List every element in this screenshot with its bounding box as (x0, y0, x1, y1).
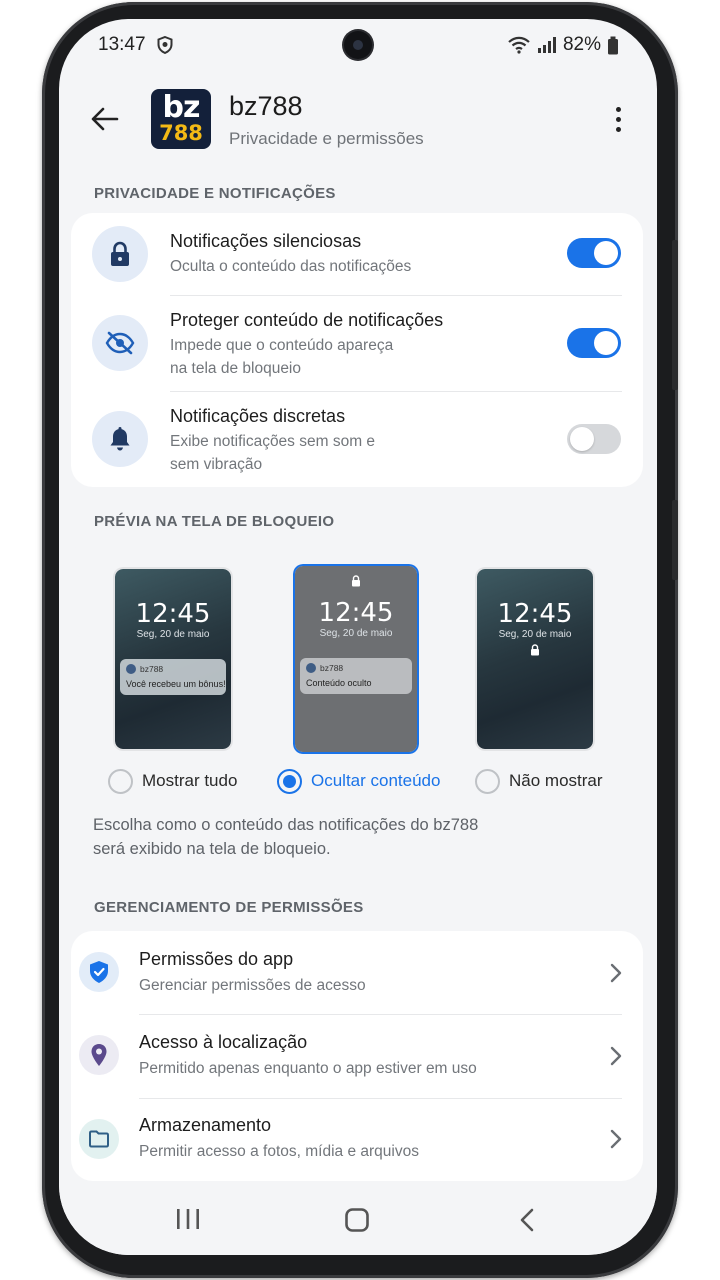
row-storage[interactable]: Armazenamento Permitir acesso a fotos, m… (71, 1099, 643, 1181)
front-camera (344, 31, 372, 59)
radio-dont-show[interactable] (475, 769, 500, 794)
section-label-privacy: PRIVACIDADE E NOTIFICAÇÕES (94, 185, 336, 202)
back-arrow-icon[interactable] (89, 103, 121, 135)
app-logo: bz 788 (151, 89, 211, 149)
logo-text-bottom: 788 (159, 121, 203, 145)
section-label-permissions: GERENCIAMENTO DE PERMISSÕES (94, 899, 364, 916)
lock-icon (92, 226, 148, 282)
row-title: Notificações discretas (170, 406, 346, 426)
row-subtitle-2: sem vibração (170, 456, 263, 473)
status-right: 82% (507, 34, 619, 56)
row-subtitle: Gerenciar permissões de acesso (139, 977, 366, 994)
page-subtitle: Privacidade e permissões (229, 129, 424, 148)
row-protect-content[interactable]: Proteger conteúdo de notificações Impede… (71, 296, 643, 391)
home-icon[interactable] (344, 1207, 370, 1233)
row-subtitle: Exibe notificações sem som e (170, 433, 376, 450)
logo-text-top: bz (162, 90, 201, 125)
back-nav-icon[interactable] (517, 1207, 537, 1233)
row-title: Acesso à localização (139, 1032, 308, 1052)
preview-dont-show[interactable]: 12:45 Seg, 20 de maio (475, 567, 595, 751)
signal-icon (537, 37, 556, 53)
row-title: Armazenamento (139, 1115, 272, 1135)
section-label-lockscreen: PRÉVIA NA TELA DE BLOQUEIO (94, 513, 335, 530)
shield-icon (79, 952, 119, 992)
radio-hide-content[interactable] (277, 769, 302, 794)
row-title: Proteger conteúdo de notificações (170, 310, 444, 330)
radio-label-dont-show[interactable]: Não mostrar (509, 771, 603, 791)
row-discreet-notifications[interactable]: Notificações discretas Exibe notificaçõe… (71, 392, 643, 487)
recent-apps-icon[interactable] (175, 1207, 201, 1231)
radio-label-hide-content[interactable]: Ocultar conteúdo (311, 771, 440, 791)
silent-notifications-toggle[interactable] (567, 238, 621, 268)
battery-percent: 82% (562, 34, 601, 55)
volume-button (672, 240, 678, 390)
chevron-right-icon (610, 1046, 622, 1066)
row-title: Permissões do app (139, 949, 294, 969)
bell-icon (92, 411, 148, 467)
description-line: será exibido na tela de bloqueio. (93, 840, 331, 858)
more-options-icon[interactable] (609, 105, 629, 135)
row-subtitle: Permitido apenas enquanto o app estiver … (139, 1060, 477, 1077)
status-bar: 13:47 82% (59, 19, 657, 73)
privacy-card: Notificações silenciosas Oculta o conteú… (71, 213, 643, 487)
eye-off-icon (92, 315, 148, 371)
chevron-right-icon (610, 1129, 622, 1149)
row-location-access[interactable]: Acesso à localização Permitido apenas en… (71, 1015, 643, 1098)
permissions-card: Permissões do app Gerenciar permissões d… (71, 931, 643, 1181)
screen: 13:47 82% bz 788 bz788 Privacidade e per… (59, 19, 657, 1255)
wifi-icon (508, 36, 530, 54)
battery-icon (608, 36, 618, 54)
row-subtitle-2: na tela de bloqueio (170, 360, 302, 377)
shield-status-icon (157, 36, 173, 54)
protect-content-toggle[interactable] (567, 328, 621, 358)
lockscreen-description: Escolha como o conteúdo das notificações… (93, 813, 613, 861)
folder-icon (79, 1119, 119, 1159)
preview-show-all[interactable]: 12:45 Seg, 20 de maio bz788 Você recebeu… (113, 567, 233, 751)
chevron-right-icon (610, 963, 622, 983)
discreet-notifications-toggle[interactable] (567, 424, 621, 454)
row-title: Notificações silenciosas (170, 231, 362, 251)
row-app-permissions[interactable]: Permissões do app Gerenciar permissões d… (71, 931, 643, 1014)
location-pin-icon (79, 1035, 119, 1075)
navigation-bar (59, 1183, 657, 1255)
preview-hide-content[interactable]: 12:45 Seg, 20 de maio bz788 Conteúdo ocu… (293, 564, 419, 754)
row-silent-notifications[interactable]: Notificações silenciosas Oculta o conteú… (71, 213, 643, 295)
status-time: 13:47 (98, 34, 146, 55)
row-subtitle: Impede que o conteúdo apareça (170, 337, 394, 354)
app-title: bz788 (229, 91, 303, 121)
row-subtitle: Permitir acesso a fotos, mídia e arquivo… (139, 1143, 419, 1160)
description-line: Escolha como o conteúdo das notificações… (93, 816, 479, 834)
radio-label-show-all[interactable]: Mostrar tudo (142, 771, 237, 791)
radio-show-all[interactable] (108, 769, 133, 794)
power-button (672, 500, 678, 580)
row-subtitle: Oculta o conteúdo das notificações (170, 258, 412, 275)
